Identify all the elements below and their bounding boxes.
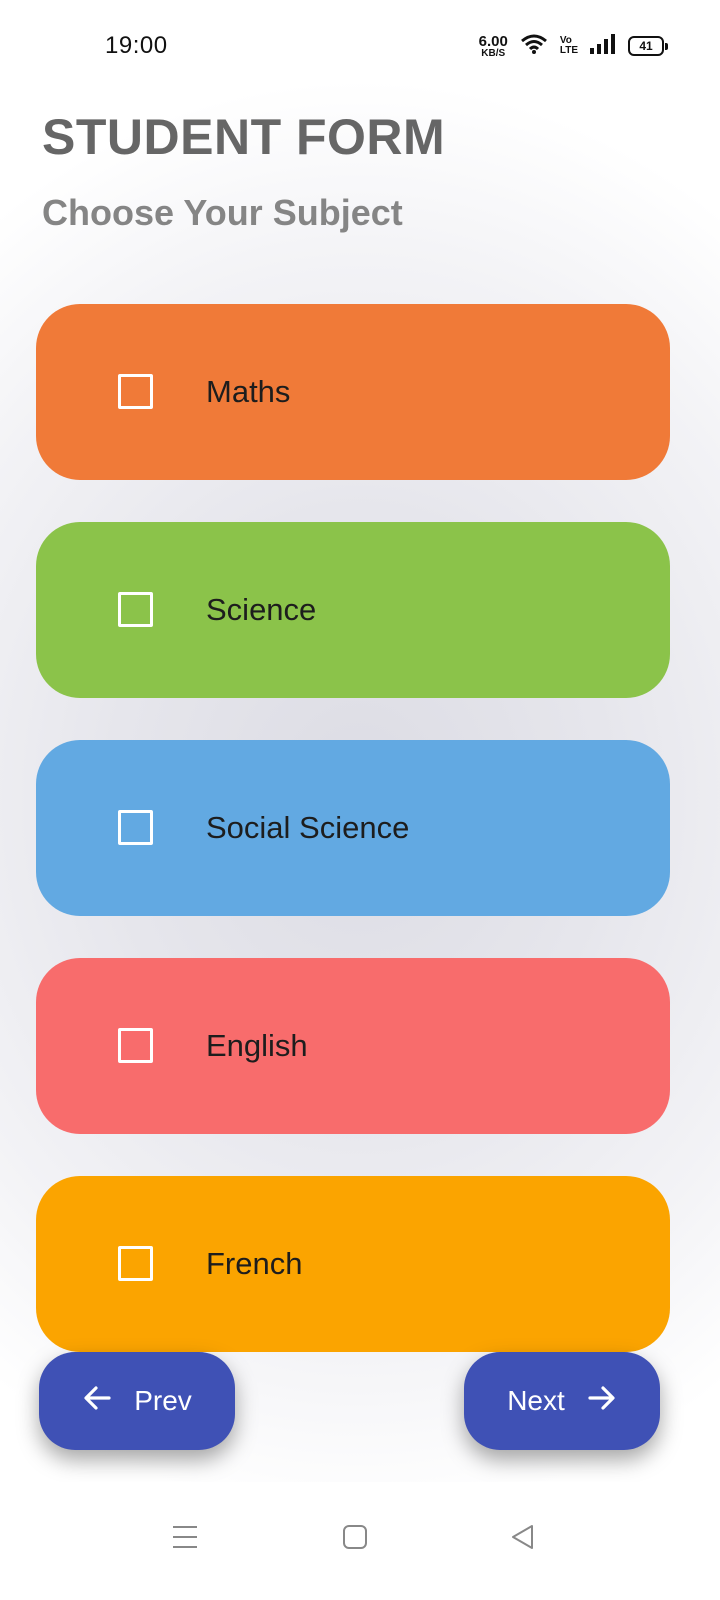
prev-button[interactable]: Prev — [39, 1352, 235, 1450]
subject-checkbox[interactable] — [118, 1028, 153, 1063]
status-icons: 6.00 KB/S Vo LTE 41 — [479, 33, 668, 60]
next-button[interactable]: Next — [464, 1352, 660, 1450]
subject-checkbox[interactable] — [118, 374, 153, 409]
volte-indicator: Vo LTE — [560, 36, 578, 56]
subject-checkbox[interactable] — [118, 810, 153, 845]
arrow-right-icon — [587, 1383, 617, 1420]
subject-checkbox[interactable] — [118, 592, 153, 627]
subject-label: Social Science — [206, 810, 410, 845]
signal-icon — [590, 33, 616, 59]
subject-card-french[interactable]: French — [36, 1176, 670, 1352]
network-speed: 6.00 KB/S — [479, 34, 508, 59]
subject-label: Maths — [206, 374, 291, 409]
network-speed-value: 6.00 — [478, 32, 508, 50]
arrow-left-icon — [82, 1383, 112, 1420]
subject-list: Maths Science Social Science English Fre… — [36, 304, 670, 1394]
page-subtitle: Choose Your Subject — [42, 192, 403, 233]
subject-label: French — [206, 1246, 303, 1281]
wifi-icon — [520, 33, 548, 60]
volte-bottom: LTE — [559, 45, 578, 56]
home-icon[interactable] — [340, 1522, 370, 1552]
battery-icon: 41 — [628, 36, 668, 56]
status-bar: 19:00 6.00 KB/S Vo LTE 41 — [0, 0, 720, 92]
screen: 19:00 6.00 KB/S Vo LTE 41 STUDENT FORM C… — [0, 0, 720, 1600]
menu-icon[interactable] — [170, 1522, 200, 1552]
subject-card-maths[interactable]: Maths — [36, 304, 670, 480]
subject-card-science[interactable]: Science — [36, 522, 670, 698]
subject-card-social-science[interactable]: Social Science — [36, 740, 670, 916]
status-time: 19:00 — [105, 32, 168, 59]
prev-button-label: Prev — [134, 1385, 192, 1416]
next-button-label: Next — [507, 1385, 565, 1416]
subject-card-english[interactable]: English — [36, 958, 670, 1134]
subject-label: English — [206, 1028, 308, 1063]
subject-label: Science — [206, 592, 317, 627]
system-nav-bar — [0, 1482, 720, 1600]
subject-checkbox[interactable] — [118, 1246, 153, 1281]
page-title: STUDENT FORM — [42, 109, 446, 165]
back-icon[interactable] — [508, 1522, 538, 1552]
battery-level: 41 — [639, 39, 653, 53]
network-speed-unit: KB/S — [481, 47, 506, 59]
